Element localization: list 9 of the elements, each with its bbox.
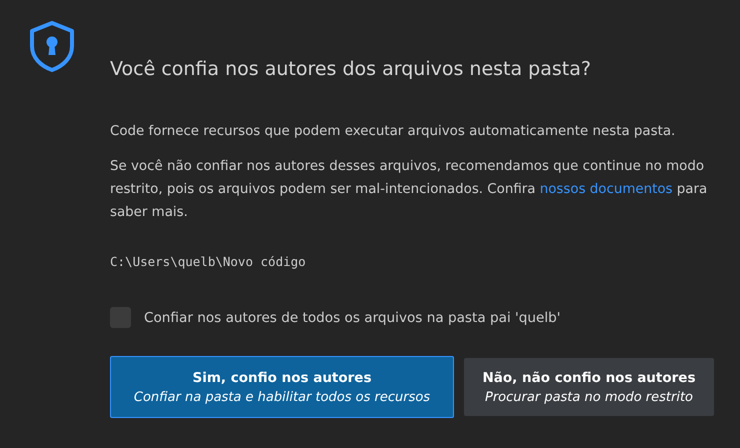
warning-text: Se você não confiar nos autores desses arquivos, recomendamos que continue no modo restrito, pois os arquivos podem ser mal-intencionados. Confira nossos documentos para saber mais. — [110, 158, 708, 222]
trust-button[interactable]: Sim, confio nos autores Confiar na pasta e habilitar todos os recursos — [110, 356, 454, 418]
docs-link[interactable]: nossos documentos — [540, 182, 673, 197]
checkbox-label: Confiar nos autores de todos os arquivos na pasta pai 'quelb' — [144, 310, 561, 326]
message-text: Code fornece recursos que podem executar arquivos automaticamente nesta pasta. — [110, 123, 676, 141]
shield-lock-icon — [28, 20, 76, 72]
dialog-title: Você confia nos autores dos arquivos nesta pasta? — [110, 58, 591, 80]
restricted-mode-button[interactable]: Não, não confio nos autores Procurar pasta no modo restrito — [464, 358, 714, 416]
folder-path: C:\Users\quelb\Novo código — [110, 254, 306, 269]
